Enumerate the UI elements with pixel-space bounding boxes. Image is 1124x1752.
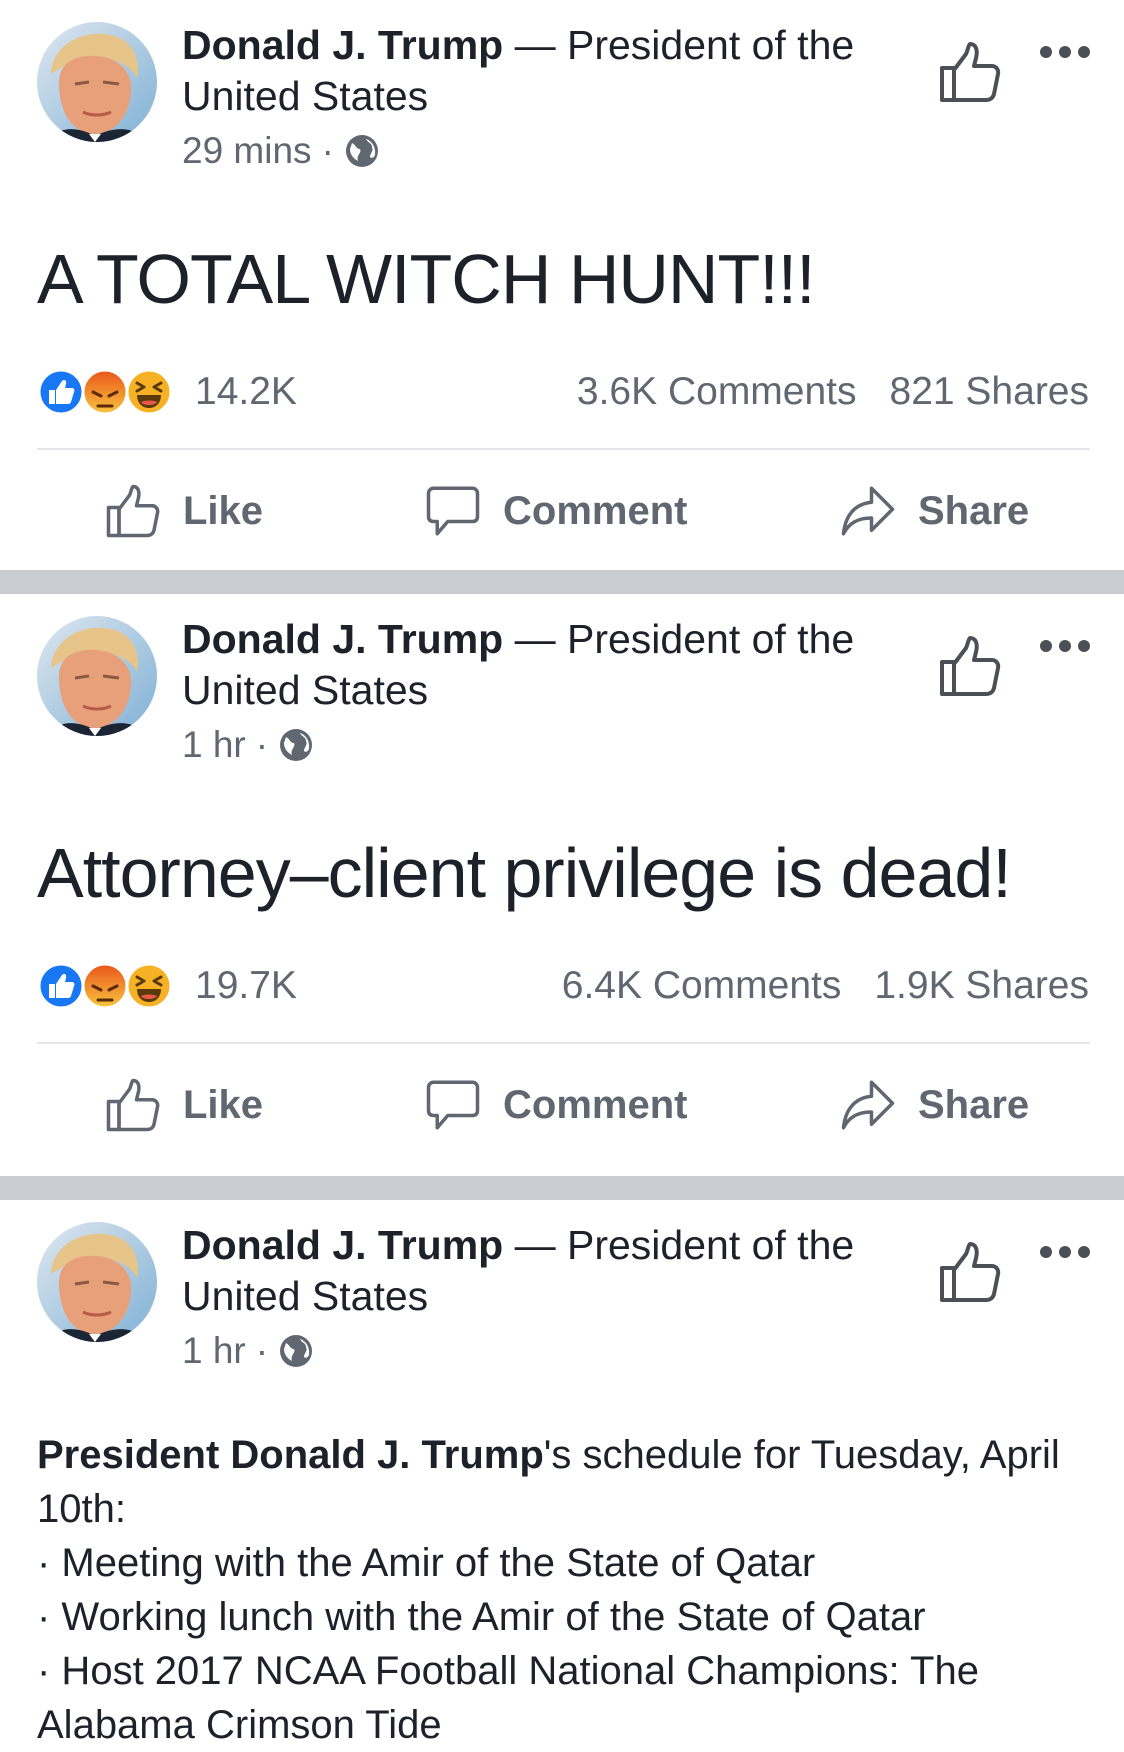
comments-count-link[interactable]: 6.4K Comments [562, 960, 842, 1012]
post-stats: 3.6K Comments 821 Shares [577, 366, 1089, 418]
share-label: Share [918, 1082, 1030, 1127]
author-separator: — [503, 616, 567, 662]
post-timestamp[interactable]: 29 mins [182, 128, 312, 174]
post-meta: 1 hr · [182, 722, 314, 768]
more-options-icon[interactable] [1038, 1242, 1092, 1262]
angry-reaction-icon [81, 368, 129, 416]
thumbs-up-outline-icon[interactable] [938, 1240, 1002, 1304]
post-header: Donald J. Trump — President of the Unite… [182, 20, 902, 122]
post-timestamp[interactable]: 1 hr [182, 722, 246, 768]
meta-dot: · [255, 1330, 269, 1371]
shares-count-link[interactable]: 821 Shares [890, 366, 1089, 418]
post-header: Donald J. Trump — President of the Unite… [182, 1220, 902, 1322]
author-separator: — [503, 1222, 567, 1268]
like-reaction-icon [37, 368, 85, 416]
share-arrow-icon [840, 1077, 896, 1133]
divider [37, 1042, 1090, 1044]
share-label: Share [918, 488, 1030, 533]
thumbs-up-outline-icon[interactable] [938, 40, 1002, 104]
schedule-item: · Host 2017 NCAA Football National Champ… [37, 1649, 979, 1747]
share-arrow-icon [840, 483, 896, 539]
post-meta: 29 mins · [182, 128, 380, 174]
meta-dot: · [255, 724, 269, 765]
like-button[interactable]: Like [105, 1070, 263, 1140]
share-button[interactable]: Share [840, 476, 1029, 546]
schedule-item: · Working lunch with the Amir of the Sta… [37, 1595, 926, 1639]
speech-bubble-icon [425, 483, 481, 539]
profile-photo [37, 22, 157, 142]
angry-reaction-icon [81, 962, 129, 1010]
reaction-count: 19.7K [195, 964, 297, 1007]
shares-count-link[interactable]: 1.9K Shares [874, 960, 1089, 1012]
reactions-summary[interactable]: 19.7K [37, 960, 297, 1012]
avatar[interactable] [37, 22, 157, 142]
author-name-link[interactable]: Donald J. Trump [182, 616, 503, 662]
post-body-text: Attorney–client privilege is dead! [37, 834, 1012, 912]
reactions-summary[interactable]: 14.2K [37, 366, 297, 418]
post-card: Donald J. Trump — President of the Unite… [0, 594, 1124, 1176]
comment-label: Comment [503, 1082, 688, 1127]
comment-button[interactable]: Comment [425, 1070, 687, 1140]
like-label: Like [183, 1082, 264, 1127]
action-bar: Like Comment Share [0, 476, 1124, 546]
schedule-intro: President Donald J. Trump's schedule for… [37, 1428, 1097, 1536]
reaction-icons [37, 366, 183, 418]
globe-icon [278, 727, 314, 763]
share-button[interactable]: Share [840, 1070, 1029, 1140]
haha-reaction-icon [125, 962, 173, 1010]
more-options-icon[interactable] [1038, 636, 1092, 656]
meta-dot: · [321, 130, 334, 171]
comment-label: Comment [503, 488, 688, 533]
author-name-link[interactable]: Donald J. Trump [182, 22, 503, 68]
divider [37, 448, 1090, 450]
profile-photo [37, 616, 157, 736]
profile-photo [37, 1222, 157, 1342]
post-body-text: President Donald J. Trump's schedule for… [37, 1428, 1097, 1752]
thumbs-up-outline-icon [105, 1077, 161, 1133]
post-timestamp[interactable]: 1 hr [182, 1328, 246, 1374]
feed-separator [0, 1176, 1124, 1200]
comment-button[interactable]: Comment [425, 476, 687, 546]
reaction-icons [37, 960, 183, 1012]
like-label: Like [183, 488, 264, 533]
schedule-intro-bold: President Donald J. Trump [37, 1433, 544, 1477]
post-body-text: A TOTAL WITCH HUNT!!! [37, 240, 816, 318]
like-button[interactable]: Like [105, 476, 263, 546]
post-card: Donald J. Trump — President of the Unite… [0, 1200, 1124, 1747]
speech-bubble-icon [425, 1077, 481, 1133]
schedule-item: · Meeting with the Amir of the State of … [37, 1541, 816, 1585]
more-options-icon[interactable] [1038, 42, 1092, 62]
avatar[interactable] [37, 1222, 157, 1342]
avatar[interactable] [37, 616, 157, 736]
comments-count-link[interactable]: 3.6K Comments [577, 366, 857, 418]
post-stats: 6.4K Comments 1.9K Shares [562, 960, 1089, 1012]
thumbs-up-outline-icon[interactable] [938, 634, 1002, 698]
action-bar: Like Comment Share [0, 1070, 1124, 1140]
globe-icon [278, 1333, 314, 1369]
post-card: Donald J. Trump — President of the Unite… [0, 0, 1124, 570]
globe-icon [344, 133, 380, 169]
like-reaction-icon [37, 962, 85, 1010]
haha-reaction-icon [125, 368, 173, 416]
post-meta: 1 hr · [182, 1328, 314, 1374]
reaction-count: 14.2K [195, 370, 297, 413]
author-name-link[interactable]: Donald J. Trump [182, 1222, 503, 1268]
author-separator: — [503, 22, 567, 68]
thumbs-up-outline-icon [105, 483, 161, 539]
post-header: Donald J. Trump — President of the Unite… [182, 614, 902, 716]
feed-separator [0, 570, 1124, 594]
